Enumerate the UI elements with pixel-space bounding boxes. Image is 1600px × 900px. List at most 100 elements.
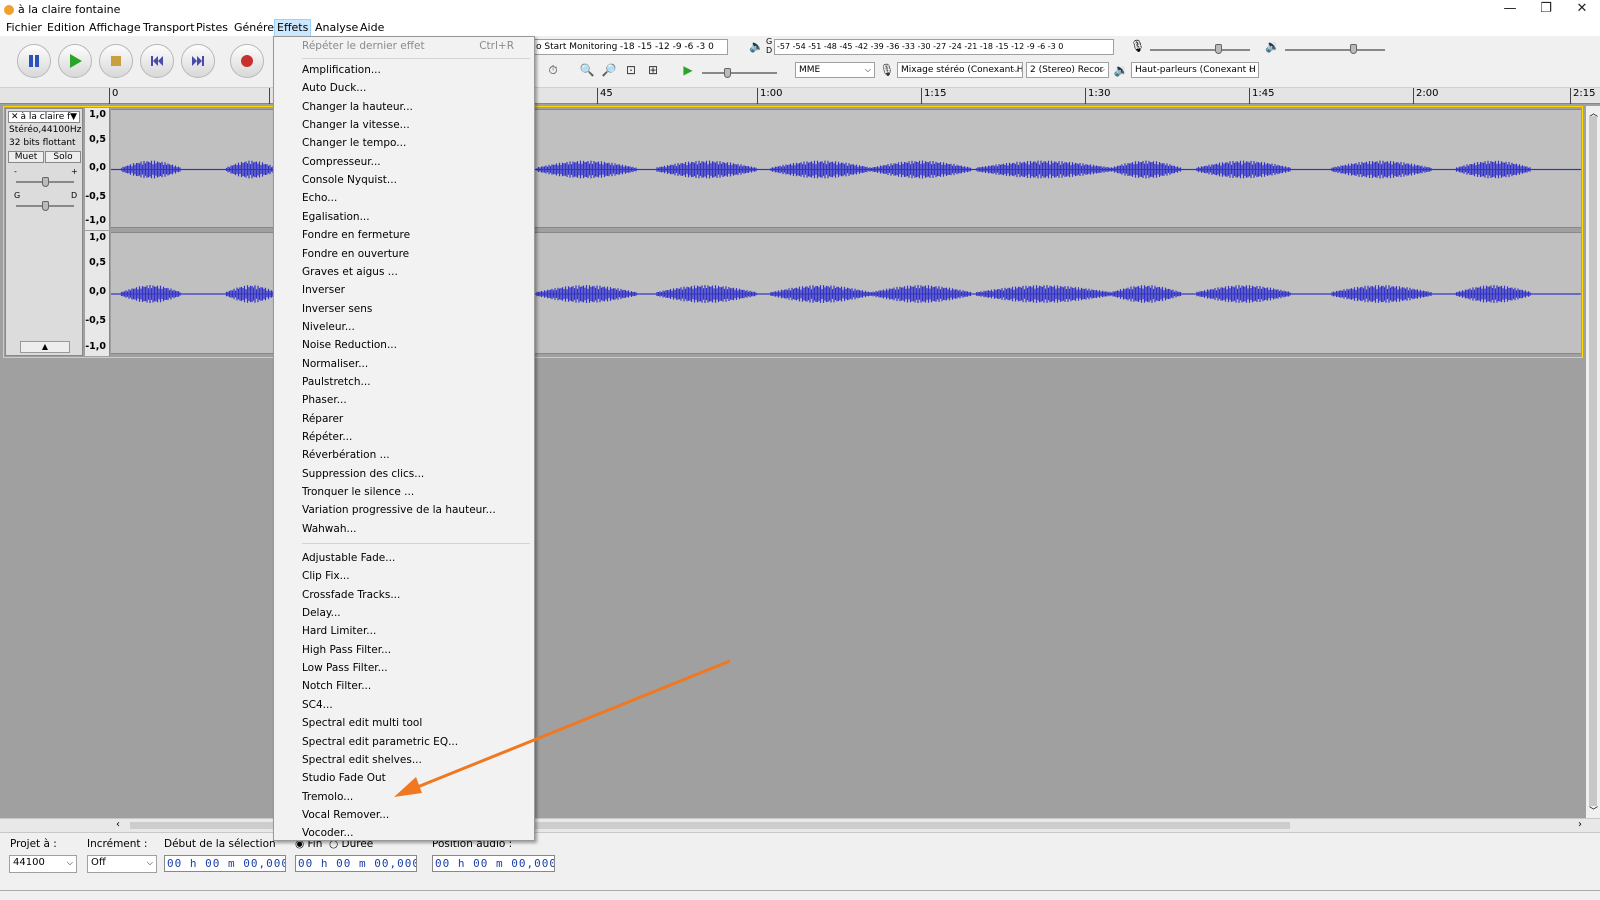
menu-item-tronquer-le-silence[interactable]: Tronquer le silence ... <box>302 483 414 501</box>
menu-item-fondre-en-ouverture[interactable]: Fondre en ouverture <box>302 245 409 263</box>
menu-item-variation-progressive-de-la-hauteur[interactable]: Variation progressive de la hauteur... <box>302 501 496 519</box>
menu-item-wahwah[interactable]: Wahwah... <box>302 520 357 538</box>
pause-button[interactable] <box>17 44 51 78</box>
menu-item-graves-et-aigus[interactable]: Graves et aigus ... <box>302 263 398 281</box>
menu-item-echo[interactable]: Echo... <box>302 189 337 207</box>
menu-item-compresseur[interactable]: Compresseur... <box>302 153 381 171</box>
menu-item-réverbération[interactable]: Réverbération ... <box>302 446 390 464</box>
menu-affichage[interactable]: Affichage <box>87 20 143 36</box>
close-button[interactable]: ✕ <box>1564 0 1600 20</box>
close-track-icon[interactable]: ✕ <box>9 112 21 122</box>
record-meter[interactable]: o Start Monitoring -18 -15 -12 -9 -6 -3 … <box>533 39 728 55</box>
project-rate-select[interactable]: 44100 ⌵ <box>9 855 77 873</box>
menu-item-amplification[interactable]: Amplification... <box>302 61 381 79</box>
fit-project-icon[interactable]: ⊞ <box>645 62 661 78</box>
ruler-label: 1:45 <box>1249 88 1274 104</box>
scroll-right-icon[interactable]: › <box>1578 819 1582 830</box>
menu-item-répéter[interactable]: Répéter... <box>302 428 352 446</box>
menu-generer[interactable]: Générer <box>232 20 281 36</box>
scroll-down-icon[interactable]: ﹀ <box>1589 804 1598 817</box>
channels-select[interactable]: 2 (Stereo) Recor ⌵ <box>1026 62 1109 78</box>
menu-item-adjustable-fade[interactable]: Adjustable Fade... <box>302 549 395 567</box>
menu-fichier[interactable]: Fichier <box>4 20 44 36</box>
menu-item-suppression-des-clics[interactable]: Suppression des clics... <box>302 465 424 483</box>
vertical-scrollbar[interactable]: ︿ ﹀ <box>1586 106 1600 818</box>
audio-host-select[interactable]: MME ⌵ <box>795 62 875 78</box>
input-device-select[interactable]: Mixage stéréo (Conexant H ⌵ <box>897 62 1023 78</box>
menu-item-hard-limiter[interactable]: Hard Limiter... <box>302 622 376 640</box>
menu-item-vocoder[interactable]: Vocoder... <box>302 824 353 842</box>
skip-start-button[interactable] <box>140 44 174 78</box>
skip-end-button[interactable] <box>181 44 215 78</box>
menu-item-delay[interactable]: Delay... <box>302 604 341 622</box>
menu-item-vocal-remover[interactable]: Vocal Remover... <box>302 806 389 824</box>
snap-select[interactable]: Off ⌵ <box>87 855 157 873</box>
menu-item-clip-fix[interactable]: Clip Fix... <box>302 567 350 585</box>
start-monitoring-label[interactable]: o Start Monitoring <box>536 42 617 52</box>
menu-item-low-pass-filter[interactable]: Low Pass Filter... <box>302 659 388 677</box>
zoom-out-icon[interactable]: 🔎 <box>601 62 617 78</box>
vertical-scroll-thumb[interactable] <box>1589 116 1597 806</box>
track-menu[interactable]: ✕ à la claire f ▼ <box>8 111 80 123</box>
mic-icon: 🎙 <box>1130 39 1146 53</box>
stop-icon <box>111 56 121 66</box>
menu-effets[interactable]: Effets <box>273 19 312 37</box>
snap-label: Incrément : <box>87 838 148 850</box>
record-button[interactable] <box>230 44 264 78</box>
menu-item-changer-la-vitesse[interactable]: Changer la vitesse... <box>302 116 410 134</box>
zoom-in-icon[interactable]: 🔍 <box>579 62 595 78</box>
menu-item-notch-filter[interactable]: Notch Filter... <box>302 677 371 695</box>
menu-pistes[interactable]: Pistes <box>194 20 230 36</box>
menu-item-tremolo[interactable]: Tremolo... <box>302 788 353 806</box>
menu-item-noise-reduction[interactable]: Noise Reduction... <box>302 336 397 354</box>
selection-start-field[interactable]: 00 h 00 m 00,000 s <box>164 855 286 872</box>
skip-end-icon <box>192 56 204 66</box>
play-at-speed-icon[interactable]: ▶ <box>680 62 696 78</box>
menu-item-normaliser[interactable]: Normaliser... <box>302 355 368 373</box>
menu-item-studio-fade-out[interactable]: Studio Fade Out <box>302 769 386 787</box>
menu-item-phaser[interactable]: Phaser... <box>302 391 347 409</box>
play-button[interactable] <box>58 44 92 78</box>
menu-item-réparer[interactable]: Réparer <box>302 410 343 428</box>
menu-item-console-nyquist[interactable]: Console Nyquist... <box>302 171 397 189</box>
menu-item-sc4[interactable]: SC4... <box>302 696 333 714</box>
menu-item-fondre-en-fermeture[interactable]: Fondre en fermeture <box>302 226 410 244</box>
fit-selection-icon[interactable]: ⊡ <box>623 62 639 78</box>
menu-edition[interactable]: Edition <box>45 20 87 36</box>
minimize-button[interactable]: — <box>1492 0 1528 20</box>
timer-icon[interactable]: ⏱ <box>545 62 561 78</box>
selection-end-field[interactable]: 00 h 00 m 00,000 s <box>295 855 417 872</box>
menu-analyse[interactable]: Analyse <box>313 20 360 36</box>
menu-aide[interactable]: Aide <box>358 20 386 36</box>
ruler-label: 0 <box>109 88 118 104</box>
title-bar: à la claire fontaine — ❐ ✕ <box>0 0 1600 20</box>
menu-transport[interactable]: Transport <box>141 20 197 36</box>
solo-button[interactable]: Solo <box>45 151 81 163</box>
menu-item-changer-la-hauteur[interactable]: Changer la hauteur... <box>302 98 413 116</box>
audio-position-field[interactable]: 00 h 00 m 00,000 s <box>432 855 555 872</box>
collapse-track-button[interactable]: ▲ <box>20 341 70 353</box>
mute-button[interactable]: Muet <box>8 151 44 163</box>
scroll-left-icon[interactable]: ‹ <box>116 819 120 830</box>
menu-item-high-pass-filter[interactable]: High Pass Filter... <box>302 641 391 659</box>
menu-item-niveleur[interactable]: Niveleur... <box>302 318 355 336</box>
playback-meter[interactable]: -57 -54 -51 -48 -45 -42 -39 -36 -33 -30 … <box>774 39 1114 55</box>
vertical-scale-left: 1,0 0,5 0,0 -0,5 -1,0 <box>85 108 110 230</box>
menu-item-inverser-sens[interactable]: Inverser sens <box>302 300 372 318</box>
timeline-ruler[interactable]: 0 1 45 1:00 1:15 1:30 1:45 2:00 2:15 <box>0 88 1600 104</box>
menu-item-crossfade-tracks[interactable]: Crossfade Tracks... <box>302 586 400 604</box>
pause-icon <box>29 55 39 67</box>
stop-button[interactable] <box>99 44 133 78</box>
horizontal-scrollbar[interactable]: ‹ › <box>0 818 1600 832</box>
menu-item-auto-duck[interactable]: Auto Duck... <box>302 79 366 97</box>
menu-item-inverser[interactable]: Inverser <box>302 281 345 299</box>
menu-item-egalisation[interactable]: Egalisation... <box>302 208 370 226</box>
toolbar: o Start Monitoring -18 -15 -12 -9 -6 -3 … <box>0 36 1600 88</box>
menu-item-changer-le-tempo[interactable]: Changer le tempo... <box>302 134 406 152</box>
record-icon <box>241 55 253 67</box>
track-control-panel: ✕ à la claire f ▼ Stéréo,44100Hz 32 bits f… <box>5 108 83 356</box>
audio-track[interactable]: ✕ à la claire f ▼ Stéréo,44100Hz 32 bits f… <box>3 106 1583 358</box>
output-device-select[interactable]: Haut-parleurs (Conexant H ⌵ <box>1131 62 1259 78</box>
restore-button[interactable]: ❐ <box>1528 0 1564 20</box>
menu-item-paulstretch[interactable]: Paulstretch... <box>302 373 371 391</box>
